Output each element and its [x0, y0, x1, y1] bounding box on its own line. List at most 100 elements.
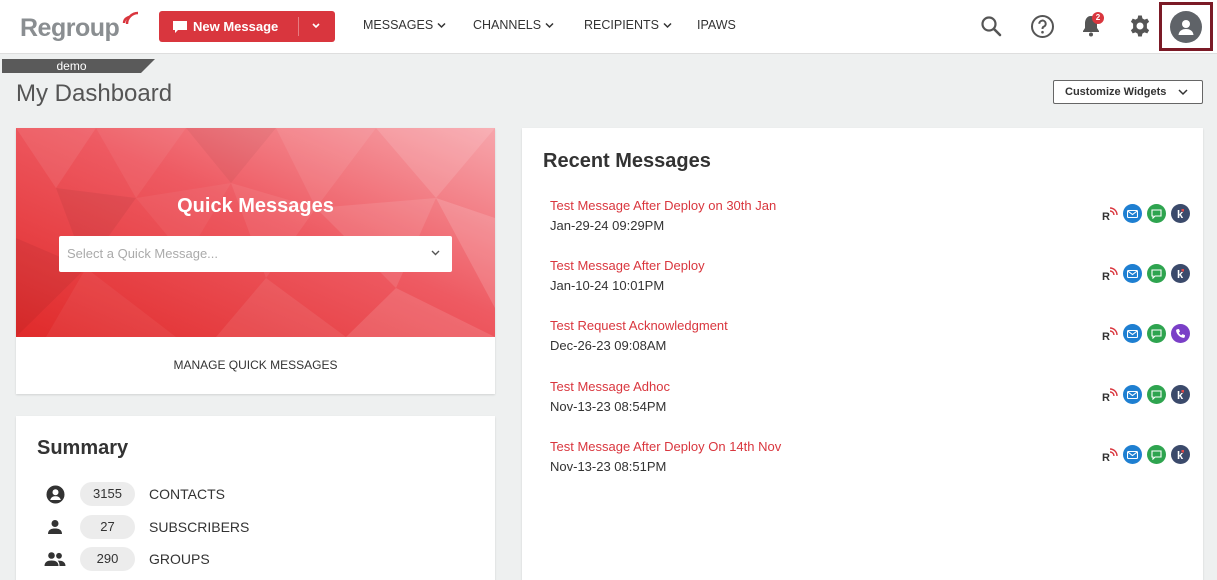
button-divider	[298, 17, 299, 36]
chevron-down-icon	[545, 22, 554, 28]
groups-count: 290	[80, 547, 135, 571]
search-button[interactable]	[977, 12, 1005, 40]
svg-text:R: R	[1102, 271, 1110, 283]
summary-title: Summary	[37, 437, 129, 459]
contact-circle-icon	[44, 485, 66, 504]
customize-widgets-label: Customize Widgets	[1065, 86, 1167, 98]
subscribers-count: 27	[80, 515, 135, 539]
nav-ipaws[interactable]: IPAWS	[697, 18, 736, 32]
message-icon	[173, 20, 187, 33]
recent-message-date: Jan-10-24 10:01PM	[550, 278, 665, 293]
recent-message-date: Nov-13-23 08:54PM	[550, 399, 667, 414]
chevron-down-icon	[431, 250, 440, 256]
recent-message-subject-link[interactable]: Test Request Acknowledgment	[550, 318, 728, 333]
nav-ipaws-label: IPAWS	[697, 18, 736, 32]
new-message-label: New Message	[193, 19, 279, 34]
subscribers-label: SUBSCRIBERS	[149, 519, 250, 535]
polygon-background	[16, 128, 495, 337]
kiosk-channel-icon: k	[1171, 204, 1190, 223]
recent-message-subject-link[interactable]: Test Message After Deploy On 14th Nov	[550, 439, 781, 454]
user-avatar-icon	[1178, 19, 1194, 35]
new-message-button[interactable]: New Message	[159, 11, 335, 42]
chevron-down-icon	[437, 22, 446, 28]
nav-messages-label: MESSAGES	[363, 18, 434, 32]
recent-message-date: Nov-13-23 08:51PM	[550, 459, 667, 474]
recent-messages-widget: Recent Messages Test Message After Deplo…	[522, 128, 1203, 580]
chevron-down-icon[interactable]	[311, 21, 321, 31]
logo-text: Regroup	[20, 14, 120, 42]
organization-name: demo	[56, 59, 87, 73]
rss-feed-icon: R	[1102, 446, 1118, 464]
voice-channel-icon	[1171, 324, 1190, 343]
rss-feed-icon: R	[1102, 325, 1118, 343]
recent-message-item: Test Request Acknowledgment Dec-26-23 09…	[550, 318, 1190, 358]
nav-channels-label: CHANNELS	[473, 18, 542, 32]
gear-icon	[1130, 15, 1150, 37]
message-channels: R k	[1102, 264, 1190, 283]
customize-widgets-button[interactable]: Customize Widgets	[1053, 80, 1203, 104]
recent-message-date: Dec-26-23 09:08AM	[550, 338, 667, 353]
svg-text:R: R	[1102, 211, 1110, 223]
groups-label: GROUPS	[149, 551, 210, 567]
help-icon	[1030, 14, 1054, 38]
rss-feed-icon: R	[1102, 265, 1118, 283]
nav-channels[interactable]: CHANNELS	[473, 18, 554, 32]
quick-messages-title: Quick Messages	[177, 195, 334, 217]
sms-channel-icon	[1147, 445, 1166, 464]
quick-message-select[interactable]: Select a Quick Message...	[59, 236, 452, 272]
nav-messages[interactable]: MESSAGES	[363, 18, 446, 32]
kiosk-channel-icon: k	[1171, 445, 1190, 464]
nav-recipients[interactable]: RECIPIENTS	[584, 18, 672, 32]
recent-message-item: Test Message After Deploy on 30th Jan Ja…	[550, 198, 1190, 238]
email-channel-icon	[1123, 324, 1142, 343]
settings-button[interactable]	[1126, 12, 1154, 40]
recent-message-item: Test Message After Deploy On 14th Nov No…	[550, 439, 1190, 479]
message-channels: R	[1102, 324, 1190, 343]
email-channel-icon	[1123, 204, 1142, 223]
message-channels: R k	[1102, 204, 1190, 223]
kiosk-channel-icon: k	[1171, 385, 1190, 404]
regroup-logo[interactable]: Regroup	[20, 11, 139, 43]
email-channel-icon	[1123, 264, 1142, 283]
kiosk-channel-icon: k	[1171, 264, 1190, 283]
message-channels: R k	[1102, 445, 1190, 464]
svg-text:R: R	[1102, 331, 1110, 343]
recent-message-subject-link[interactable]: Test Message After Deploy	[550, 258, 705, 273]
chevron-down-icon	[1178, 89, 1188, 96]
rss-feed-icon: R	[1102, 386, 1118, 404]
email-channel-icon	[1123, 385, 1142, 404]
manage-quick-messages-link[interactable]: MANAGE QUICK MESSAGES	[16, 358, 495, 372]
notifications-button[interactable]: 2	[1077, 12, 1105, 40]
sms-channel-icon	[1147, 324, 1166, 343]
notification-badge: 2	[1092, 12, 1104, 24]
chevron-down-icon	[663, 22, 672, 28]
recent-message-subject-link[interactable]: Test Message Adhoc	[550, 379, 670, 394]
recent-message-item: Test Message After Deploy Jan-10-24 10:0…	[550, 258, 1190, 298]
user-menu-button[interactable]	[1159, 2, 1213, 51]
top-navigation-bar: Regroup New Message MESSAGES CHANNELS RE…	[0, 0, 1217, 54]
organization-tag: demo	[2, 59, 155, 73]
person-icon	[44, 519, 66, 535]
recent-message-item: Test Message Adhoc Nov-13-23 08:54PM R k	[550, 379, 1190, 419]
recent-messages-title: Recent Messages	[543, 150, 711, 172]
summary-row-groups[interactable]: 290 GROUPS	[44, 546, 210, 572]
sms-channel-icon	[1147, 204, 1166, 223]
rss-feed-icon: R	[1102, 205, 1118, 223]
avatar	[1170, 10, 1202, 43]
recent-message-subject-link[interactable]: Test Message After Deploy on 30th Jan	[550, 198, 776, 213]
email-channel-icon	[1123, 445, 1142, 464]
group-icon	[44, 551, 66, 567]
help-button[interactable]	[1028, 12, 1056, 40]
recent-message-date: Jan-29-24 09:29PM	[550, 218, 665, 233]
search-icon	[981, 16, 1002, 37]
svg-text:R: R	[1102, 392, 1110, 404]
logo-signal-icon	[122, 11, 139, 25]
contacts-count: 3155	[80, 482, 135, 506]
sms-channel-icon	[1147, 264, 1166, 283]
summary-row-subscribers[interactable]: 27 SUBSCRIBERS	[44, 514, 249, 540]
sms-channel-icon	[1147, 385, 1166, 404]
message-channels: R k	[1102, 385, 1190, 404]
summary-row-contacts[interactable]: 3155 CONTACTS	[44, 481, 225, 507]
nav-recipients-label: RECIPIENTS	[584, 18, 660, 32]
page-title: My Dashboard	[16, 80, 173, 107]
